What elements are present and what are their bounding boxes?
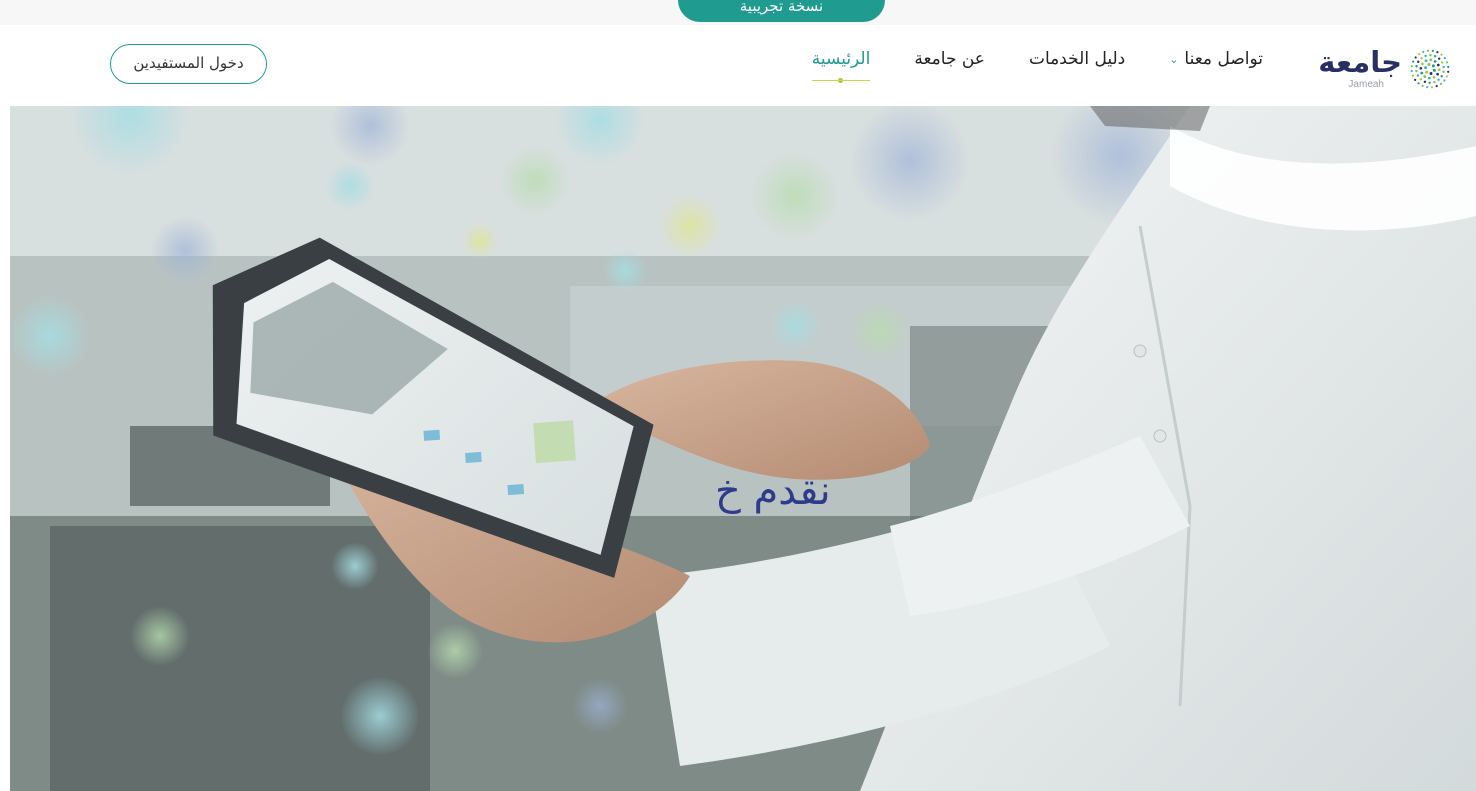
beta-banner: نسخة تجريبية xyxy=(678,0,885,22)
nav-item-contact-label: تواصل معنا xyxy=(1184,49,1263,69)
nav-item-services-guide[interactable]: دليل الخدمات xyxy=(1029,49,1125,69)
brand-name: جامعة xyxy=(1318,45,1402,79)
hero-photo xyxy=(10,106,1476,791)
chevron-down-icon: ⌄ xyxy=(1169,52,1179,66)
beneficiaries-login-button[interactable]: دخول المستفيدين xyxy=(110,44,267,84)
nav-item-about-label: عن جامعة xyxy=(914,49,985,69)
nav-item-services-guide-label: دليل الخدمات xyxy=(1028,49,1126,69)
hero-headline: نقدم خ xyxy=(715,468,831,514)
nav-item-home[interactable]: الرئيسية xyxy=(811,49,871,83)
main-nav: الرئيسية عن جامعة دليل الخدمات تواصل معن… xyxy=(811,49,1263,83)
nav-item-home-label: الرئيسية xyxy=(811,49,871,69)
nav-item-contact[interactable]: تواصل معنا ⌄ xyxy=(1169,49,1263,69)
nav-item-about[interactable]: عن جامعة xyxy=(914,49,985,69)
dotted-circle-logo-icon xyxy=(1410,49,1450,89)
hero-banner: نقدم خ xyxy=(10,106,1476,791)
navbar: جامعة Jameah الرئيسية عن جامعة دليل الخد… xyxy=(0,25,1476,106)
brand-logo[interactable]: جامعة Jameah xyxy=(1310,45,1450,90)
brand-latin-name: Jameah xyxy=(1348,79,1384,90)
